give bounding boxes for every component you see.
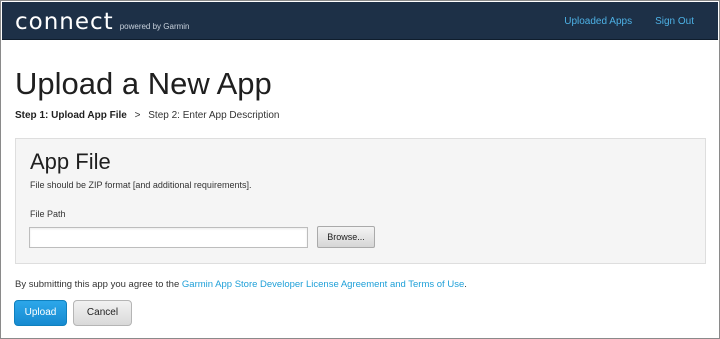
app-file-title: App File [30, 149, 111, 174]
file-format-description: File should be ZIP format [and additiona… [30, 180, 252, 190]
file-path-label: File Path [30, 209, 66, 219]
cancel-button[interactable]: Cancel [73, 300, 132, 326]
step-breadcrumb: Step 1: Upload App File > Step 2: Enter … [15, 110, 279, 121]
top-navigation-bar: connect powered by Garmin Uploaded Apps … [2, 2, 718, 40]
page-title: Upload a New App [15, 66, 272, 101]
current-step: Step 1: Upload App File [15, 110, 127, 121]
app-window: connect powered by Garmin Uploaded Apps … [0, 0, 720, 339]
sign-out-link[interactable]: Sign Out [655, 16, 694, 27]
step-separator: > [134, 110, 141, 121]
next-step: Step 2: Enter App Description [148, 110, 280, 121]
license-agreement-link[interactable]: Garmin App Store Developer License Agree… [182, 279, 464, 290]
file-path-input[interactable] [29, 227, 308, 248]
powered-by-tagline: powered by Garmin [119, 22, 190, 31]
uploaded-apps-link[interactable]: Uploaded Apps [564, 16, 632, 27]
header-nav: Uploaded Apps Sign Out [564, 2, 694, 40]
app-file-panel: App File File should be ZIP format [and … [15, 138, 706, 264]
agreement-text: By submitting this app you agree to the … [15, 279, 467, 290]
brand: connect powered by Garmin [15, 9, 190, 35]
agreement-suffix: . [464, 279, 467, 290]
connect-logo: connect [15, 9, 114, 35]
browse-button[interactable]: Browse... [317, 226, 375, 248]
upload-button[interactable]: Upload [14, 300, 67, 326]
agreement-prefix: By submitting this app you agree to the [15, 279, 182, 290]
